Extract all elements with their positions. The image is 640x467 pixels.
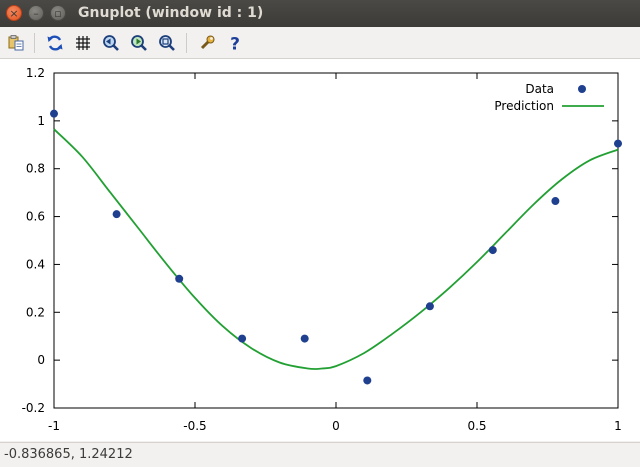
y-tick-label: 1 bbox=[37, 114, 45, 128]
close-window-button[interactable]: × bbox=[6, 5, 22, 21]
toolbar: ? bbox=[0, 27, 640, 59]
help-icon: ? bbox=[230, 35, 240, 53]
autoscale-icon bbox=[159, 35, 175, 51]
config-button[interactable] bbox=[196, 32, 218, 54]
mouse-coordinates-readout: -0.836865, 1.24212 bbox=[4, 447, 133, 462]
zoom-previous-button[interactable] bbox=[100, 32, 122, 54]
grid-icon bbox=[76, 36, 90, 50]
help-button[interactable]: ? bbox=[224, 32, 246, 54]
y-tick-label: 0 bbox=[37, 353, 45, 367]
x-tick-label: 1 bbox=[614, 419, 622, 433]
x-tick-label: 0 bbox=[332, 419, 340, 433]
data-point bbox=[425, 302, 434, 311]
toolbar-separator bbox=[34, 33, 35, 53]
config-wrench-icon bbox=[200, 35, 215, 50]
data-point bbox=[300, 334, 309, 343]
x-tick-label: -1 bbox=[48, 419, 60, 433]
zoom-next-icon bbox=[131, 35, 147, 51]
data-point bbox=[363, 376, 372, 385]
data-point bbox=[238, 334, 247, 343]
prediction-line bbox=[53, 128, 619, 370]
chart[interactable]: -0.2 0 0.2 0.4 0.6 0.8 1 1.2 -1 -0.5 0 0.5 1 Data Pred… bbox=[0, 59, 640, 441]
zoom-next-button[interactable] bbox=[128, 32, 150, 54]
toolbar-separator bbox=[186, 33, 187, 53]
copy-clipboard-button[interactable] bbox=[5, 32, 27, 54]
x-tick-label: 0.5 bbox=[467, 419, 486, 433]
replot-button[interactable] bbox=[44, 32, 66, 54]
copy-clipboard-icon bbox=[8, 35, 24, 51]
data-point bbox=[50, 109, 58, 118]
plot-frame bbox=[53, 72, 619, 409]
x-tick-label: -0.5 bbox=[183, 419, 206, 433]
y-tick-label: 1.2 bbox=[26, 66, 45, 80]
data-point bbox=[175, 274, 184, 283]
data-point bbox=[112, 210, 121, 219]
legend-marker-data bbox=[578, 85, 586, 93]
y-tick-label: -0.2 bbox=[22, 401, 45, 415]
y-tick-label: 0.6 bbox=[26, 210, 45, 224]
y-tick-label: 0.4 bbox=[26, 257, 45, 271]
data-point bbox=[488, 246, 497, 255]
plot-canvas[interactable]: -0.2 0 0.2 0.4 0.6 0.8 1 1.2 -1 -0.5 0 0.5 1 Data Pred… bbox=[0, 59, 640, 441]
minimize-window-button[interactable]: – bbox=[28, 5, 44, 21]
window-title: Gnuplot (window id : 1) bbox=[78, 5, 264, 21]
zoom-previous-icon bbox=[103, 35, 119, 51]
y-tick-label: 0.8 bbox=[26, 162, 45, 176]
replot-icon bbox=[47, 35, 63, 51]
gnuplot-window: × – ▫ Gnuplot (window id : 1) ? -0.2 0 0… bbox=[0, 0, 640, 467]
data-point bbox=[614, 139, 622, 148]
maximize-window-button[interactable]: ▫ bbox=[50, 5, 66, 21]
autoscale-button[interactable] bbox=[156, 32, 178, 54]
y-tick-label: 0.2 bbox=[26, 305, 45, 319]
legend-label-prediction: Prediction bbox=[494, 99, 554, 113]
status-bar: -0.836865, 1.24212 bbox=[0, 442, 640, 467]
title-bar[interactable]: × – ▫ Gnuplot (window id : 1) bbox=[0, 0, 640, 27]
data-point bbox=[551, 197, 560, 206]
svg-text:?: ? bbox=[230, 35, 240, 53]
grid-button[interactable] bbox=[72, 32, 94, 54]
legend-label-data: Data bbox=[525, 82, 554, 96]
